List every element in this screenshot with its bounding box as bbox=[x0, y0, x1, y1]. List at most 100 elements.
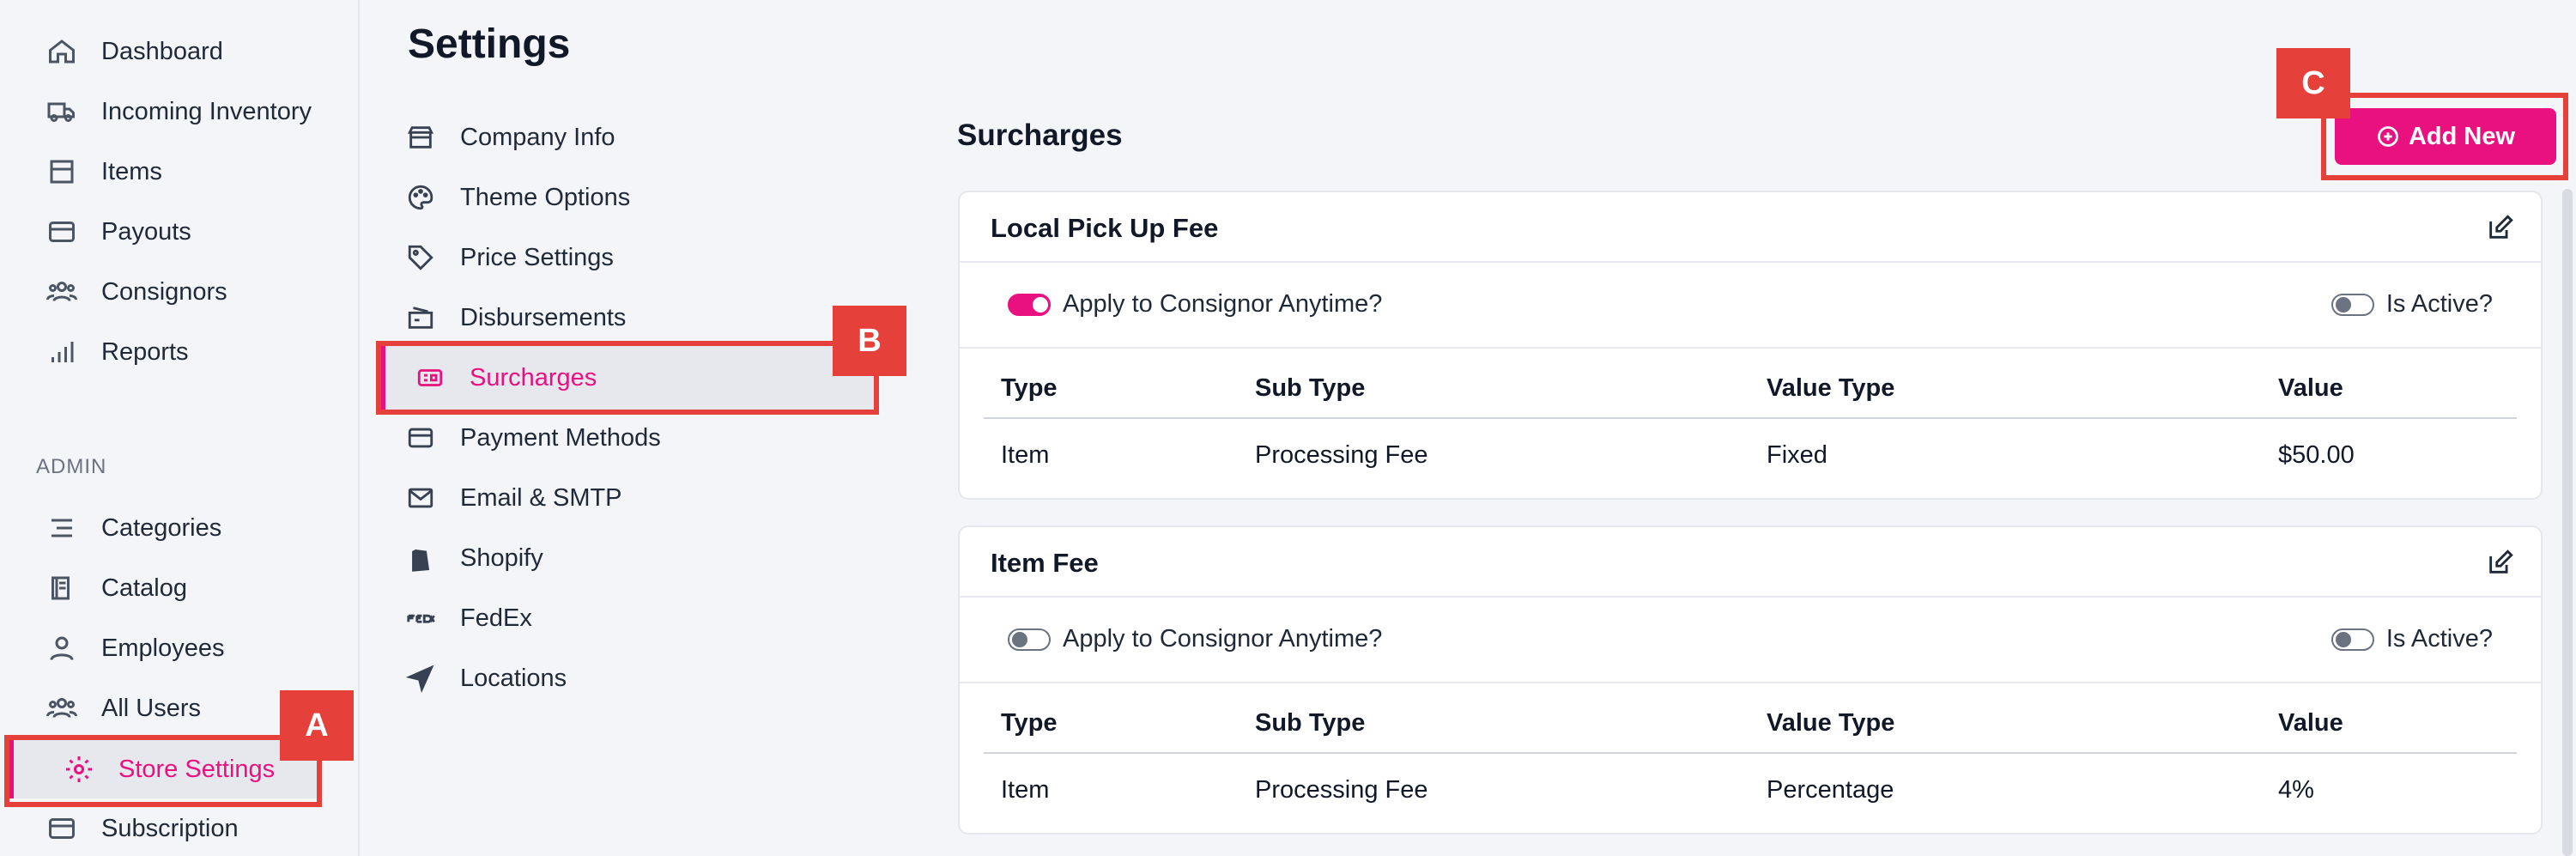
users-icon bbox=[45, 691, 79, 725]
settings-item-shopify[interactable]: Shopify bbox=[403, 530, 876, 586]
card-toggles: Apply to Consignor Anytime? Is Active? bbox=[960, 598, 2541, 683]
apply-consignor-toggle-group: Apply to Consignor Anytime? bbox=[1008, 290, 1382, 319]
apply-consignor-toggle[interactable] bbox=[1008, 293, 1051, 316]
envelope-icon bbox=[403, 481, 438, 515]
column-header: Type bbox=[1001, 709, 1058, 737]
sidebar-item-label: Dashboard bbox=[101, 37, 223, 65]
column-header: Value bbox=[2278, 709, 2343, 737]
scrollbar[interactable] bbox=[2562, 189, 2573, 856]
home-icon bbox=[45, 34, 79, 69]
table-cell: Item bbox=[1001, 441, 1050, 469]
callout-highlight-b bbox=[376, 341, 879, 415]
table-cell: Processing Fee bbox=[1255, 776, 1428, 804]
is-active-toggle-group: Is Active? bbox=[2331, 290, 2493, 319]
sidebar-item-employees[interactable]: Employees bbox=[0, 618, 360, 678]
sidebar-item-label: Items bbox=[101, 157, 162, 185]
book-icon bbox=[45, 571, 79, 605]
sidebar-item-subscription[interactable]: Subscription bbox=[0, 798, 360, 856]
palette-icon bbox=[403, 180, 438, 215]
sidebar-item-consignors[interactable]: Consignors bbox=[0, 262, 360, 322]
bar-chart-icon bbox=[45, 335, 79, 369]
table-header-row: Type Sub Type Value Type Value bbox=[984, 687, 2517, 754]
settings-item-label: Disbursements bbox=[460, 303, 627, 331]
surcharge-table: Type Sub Type Value Type Value Item Proc… bbox=[984, 352, 2517, 486]
card-header: Item Fee bbox=[960, 527, 2541, 598]
table-row: Item Processing Fee Fixed $50.00 bbox=[984, 419, 2517, 486]
shopify-icon bbox=[403, 541, 438, 575]
is-active-toggle[interactable] bbox=[2331, 628, 2374, 651]
settings-item-label: Theme Options bbox=[460, 183, 631, 211]
edit-icon[interactable] bbox=[2486, 213, 2515, 242]
table-cell: Item bbox=[1001, 776, 1050, 804]
apply-consignor-label: Apply to Consignor Anytime? bbox=[1063, 290, 1383, 318]
apply-consignor-toggle[interactable] bbox=[1008, 628, 1051, 651]
section-title: Surcharges bbox=[957, 118, 1123, 152]
sidebar-item-items[interactable]: Items bbox=[0, 142, 360, 202]
settings-item-label: FedEx bbox=[460, 604, 532, 632]
settings-item-disbursements[interactable]: Disbursements bbox=[403, 289, 876, 346]
table-cell: Fixed bbox=[1767, 441, 1827, 469]
settings-item-locations[interactable]: Locations bbox=[403, 650, 876, 707]
surcharge-table: Type Sub Type Value Type Value Item Proc… bbox=[984, 687, 2517, 821]
column-header: Sub Type bbox=[1255, 374, 1366, 402]
column-header: Type bbox=[1001, 374, 1058, 402]
callout-highlight-c bbox=[2321, 93, 2568, 180]
edit-icon[interactable] bbox=[2486, 548, 2515, 577]
column-header: Value bbox=[2278, 374, 2343, 402]
sidebar-item-reports[interactable]: Reports bbox=[0, 322, 360, 382]
page-title: Settings bbox=[408, 21, 571, 67]
table-cell: Percentage bbox=[1767, 776, 1894, 804]
sidebar-item-label: Catalog bbox=[101, 574, 187, 602]
sidebar-item-label: All Users bbox=[101, 694, 202, 722]
truck-icon bbox=[45, 94, 79, 129]
settings-item-price-settings[interactable]: Price Settings bbox=[403, 229, 876, 286]
app-window: Dashboard Incoming Inventory Items Payou… bbox=[0, 0, 2576, 856]
apply-consignor-label: Apply to Consignor Anytime? bbox=[1063, 625, 1383, 653]
column-header: Value Type bbox=[1767, 374, 1895, 402]
card-header: Local Pick Up Fee bbox=[960, 192, 2541, 263]
settings-item-label: Email & SMTP bbox=[460, 483, 622, 512]
settings-item-label: Locations bbox=[460, 664, 567, 692]
list-icon bbox=[45, 511, 79, 545]
callout-tag-c: C bbox=[2276, 48, 2350, 118]
settings-item-label: Price Settings bbox=[460, 243, 614, 271]
settings-item-fedex[interactable]: FedEx bbox=[403, 590, 876, 647]
users-icon bbox=[45, 275, 79, 309]
table-cell: Processing Fee bbox=[1255, 441, 1428, 469]
sidebar-item-label: Incoming Inventory bbox=[101, 97, 312, 125]
surcharge-card: Local Pick Up Fee Apply to Consignor Any… bbox=[958, 191, 2543, 500]
callout-tag-b: B bbox=[833, 306, 906, 376]
box-icon bbox=[45, 155, 79, 189]
settings-item-company-info[interactable]: Company Info bbox=[403, 109, 876, 166]
sidebar-item-dashboard[interactable]: Dashboard bbox=[0, 21, 360, 82]
settings-item-payment-methods[interactable]: Payment Methods bbox=[403, 410, 876, 466]
table-cell: 4% bbox=[2278, 776, 2314, 804]
credit-card-icon bbox=[45, 215, 79, 249]
sidebar-item-label: Consignors bbox=[101, 277, 227, 306]
surcharge-card: Item Fee Apply to Consignor Anytime? Is … bbox=[958, 525, 2543, 835]
settings-item-email-smtp[interactable]: Email & SMTP bbox=[403, 470, 876, 526]
settings-item-label: Payment Methods bbox=[460, 423, 661, 452]
sidebar-item-label: Categories bbox=[101, 513, 222, 542]
column-header: Sub Type bbox=[1255, 709, 1366, 737]
sidebar-item-catalog[interactable]: Catalog bbox=[0, 558, 360, 618]
table-cell: $50.00 bbox=[2278, 441, 2355, 469]
store-icon bbox=[403, 120, 438, 155]
is-active-label: Is Active? bbox=[2385, 625, 2493, 653]
location-arrow-icon bbox=[403, 661, 438, 695]
column-header: Value Type bbox=[1767, 709, 1895, 737]
card-title: Item Fee bbox=[991, 548, 1099, 578]
sidebar-item-label: Employees bbox=[101, 634, 225, 662]
credit-card-icon bbox=[45, 811, 79, 846]
sidebar-item-payouts[interactable]: Payouts bbox=[0, 202, 360, 262]
sidebar-item-incoming-inventory[interactable]: Incoming Inventory bbox=[0, 82, 360, 142]
user-icon bbox=[45, 631, 79, 665]
sidebar-item-label: Reports bbox=[101, 337, 189, 366]
settings-item-theme-options[interactable]: Theme Options bbox=[403, 169, 876, 226]
table-row: Item Processing Fee Percentage 4% bbox=[984, 754, 2517, 821]
sidebar-item-categories[interactable]: Categories bbox=[0, 498, 360, 558]
tag-icon bbox=[403, 240, 438, 275]
is-active-toggle[interactable] bbox=[2331, 293, 2374, 316]
table-header-row: Type Sub Type Value Type Value bbox=[984, 352, 2517, 419]
card-toggles: Apply to Consignor Anytime? Is Active? bbox=[960, 263, 2541, 349]
